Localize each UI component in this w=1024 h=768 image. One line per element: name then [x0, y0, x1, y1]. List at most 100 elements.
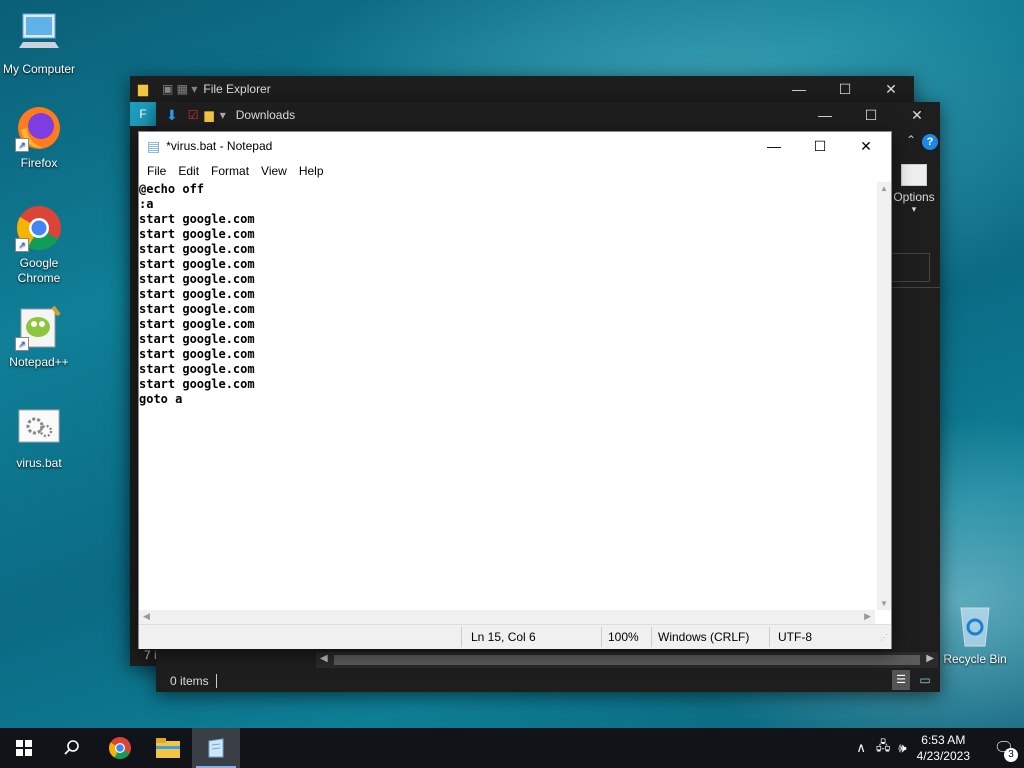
dropdown-arrow-icon: ▾	[911, 204, 917, 214]
notification-count-badge: 3	[1004, 748, 1018, 762]
windows-logo-icon	[16, 740, 32, 756]
minimize-button[interactable]: —	[802, 102, 848, 128]
desktop-icon-label: Firefox	[20, 156, 58, 170]
chrome-icon: ↗	[15, 204, 63, 252]
options-icon	[901, 164, 927, 186]
desktop-icon-label: Google Chrome	[17, 256, 61, 285]
taskbar-chrome[interactable]	[96, 728, 144, 768]
menu-bar: File Edit Format View Help	[139, 160, 891, 182]
close-button[interactable]: ✕	[894, 102, 940, 128]
shortcut-arrow-icon: ↗	[15, 238, 29, 252]
status-separator	[651, 627, 652, 647]
taskbar-notepad[interactable]	[192, 728, 240, 768]
quick-access-icons: ▣ ▦ ▾	[162, 82, 198, 96]
cursor-position: Ln 15, Col 6	[471, 630, 536, 644]
divider	[889, 287, 940, 288]
menu-format[interactable]: Format	[205, 164, 255, 178]
new-folder-icon: ▆	[204, 108, 214, 122]
menu-edit[interactable]: Edit	[172, 164, 205, 178]
search-button[interactable]	[48, 728, 96, 768]
scroll-left-icon[interactable]: ◀	[320, 653, 328, 664]
minimize-button[interactable]: —	[751, 133, 797, 159]
notepad-icon: ▤	[147, 137, 161, 154]
text-editor-area[interactable]: @echo off :a start google.com start goog…	[139, 182, 875, 610]
scroll-right-icon[interactable]: ▶	[926, 653, 934, 664]
status-separator	[601, 627, 602, 647]
batch-file-icon	[15, 404, 63, 452]
search-box[interactable]	[890, 253, 930, 282]
close-button[interactable]: ✕	[868, 76, 914, 102]
action-center-button[interactable]: 🗨 3	[984, 728, 1024, 768]
chrome-icon	[109, 737, 131, 759]
status-separator	[461, 627, 462, 647]
maximize-button[interactable]: ☐	[822, 76, 868, 102]
desktop-icon-label: Recycle Bin	[943, 652, 1007, 666]
horizontal-scrollbar[interactable]: ◀ ▶	[316, 652, 938, 668]
search-icon	[64, 740, 79, 755]
close-button[interactable]: ✕	[843, 133, 889, 159]
menu-file[interactable]: File	[141, 164, 172, 178]
clock-date: 4/23/2023	[916, 749, 970, 763]
clock-time: 6:53 AM	[921, 733, 966, 747]
menu-view[interactable]: View	[255, 164, 293, 178]
status-item-count: 7 i	[144, 648, 157, 662]
encoding: UTF-8	[778, 630, 812, 644]
menu-help[interactable]: Help	[293, 164, 330, 178]
line-ending: Windows (CRLF)	[658, 630, 750, 644]
maximize-button[interactable]: ☐	[848, 102, 894, 128]
computer-icon	[15, 10, 63, 58]
show-hidden-icons-chevron-icon[interactable]: ∧	[856, 740, 866, 756]
options-label: Options	[893, 190, 935, 204]
minimize-button[interactable]: —	[776, 76, 822, 102]
recycle-bin-icon	[951, 600, 999, 648]
notepad-titlebar[interactable]: ▤ *virus.bat - Notepad — ☐ ✕	[139, 132, 891, 160]
desktop-icon-virus-bat[interactable]: virus.bat	[1, 404, 77, 471]
large-icons-view-icon[interactable]: ▭	[916, 670, 934, 690]
desktop-icon-label: My Computer	[2, 62, 76, 76]
status-item-count: 0 items	[170, 674, 209, 688]
status-bar: Ln 15, Col 6 100% Windows (CRLF) UTF-8 ⋰	[139, 624, 891, 649]
customize-toolbar-icon: ▾	[219, 108, 226, 122]
folder-icon: ▆	[138, 81, 148, 96]
scroll-left-icon[interactable]: ◀	[143, 611, 150, 622]
details-view-icon[interactable]: ☰	[892, 670, 910, 690]
options-button[interactable]: Options ▾	[892, 164, 936, 215]
window-title: *virus.bat - Notepad	[166, 139, 273, 153]
status-separator	[216, 674, 217, 688]
file-tab[interactable]: F	[130, 102, 156, 126]
maximize-button[interactable]: ☐	[797, 133, 843, 159]
notepad-plus-plus-icon: ↗	[15, 303, 63, 351]
scroll-up-icon[interactable]: ▲	[880, 184, 888, 193]
window-title: Downloads	[235, 108, 296, 122]
scrollbar-thumb[interactable]	[334, 655, 920, 665]
horizontal-scrollbar[interactable]: ◀ ▶	[139, 610, 875, 624]
start-button[interactable]	[0, 728, 48, 768]
notepad-window[interactable]: ▤ *virus.bat - Notepad — ☐ ✕ File Edit F…	[138, 131, 892, 649]
status-separator	[769, 627, 770, 647]
window-title: File Explorer	[203, 82, 271, 96]
desktop-icon-label: Notepad++	[9, 355, 69, 369]
download-arrow-icon: ⬇	[166, 106, 178, 123]
network-icon[interactable]: 🖧	[876, 737, 891, 759]
explorer-front-titlebar[interactable]: ⬇ ☑ ▆ ▾ Downloads — ☐ ✕	[156, 102, 940, 128]
scroll-right-icon[interactable]: ▶	[864, 611, 871, 622]
taskbar-file-explorer[interactable]	[144, 728, 192, 768]
desktop-icon-my-computer[interactable]: My Computer	[1, 10, 77, 77]
help-icon[interactable]: ?	[922, 134, 938, 150]
desktop-icon-recycle-bin[interactable]: Recycle Bin	[937, 600, 1013, 667]
desktop-icon-google-chrome[interactable]: ↗ Google Chrome	[1, 204, 77, 286]
notepad-icon	[208, 738, 224, 758]
shortcut-arrow-icon: ↗	[15, 337, 29, 351]
scroll-down-icon[interactable]: ▼	[880, 599, 888, 608]
vertical-scrollbar[interactable]: ▲ ▼	[877, 182, 891, 610]
collapse-ribbon-icon[interactable]: ⌃	[906, 133, 916, 147]
desktop-icon-label: virus.bat	[16, 456, 62, 470]
folder-icon	[156, 738, 180, 758]
volume-icon[interactable]: 🕪	[898, 740, 906, 756]
explorer-back-titlebar[interactable]: ▆ ▣ ▦ ▾ File Explorer — ☐ ✕	[130, 76, 914, 102]
firefox-icon: ↗	[15, 104, 63, 152]
desktop-icon-notepad-plus-plus[interactable]: ↗ Notepad++	[1, 303, 77, 370]
resize-grip-icon[interactable]: ⋰	[880, 633, 888, 642]
desktop-icon-firefox[interactable]: ↗ Firefox	[1, 104, 77, 171]
clock[interactable]: 6:53 AM 4/23/2023	[917, 732, 970, 764]
